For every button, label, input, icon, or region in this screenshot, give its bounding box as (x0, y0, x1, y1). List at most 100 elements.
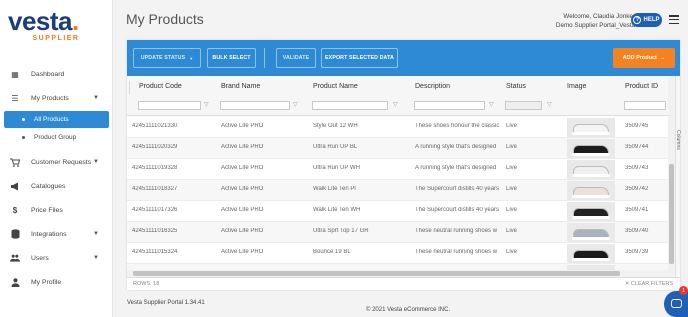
columns-side-tab[interactable] (675, 76, 680, 279)
filter-icon[interactable]: ▽ (393, 101, 398, 108)
table-row[interactable]: 42451111021330 Active Life PRO Style Out 1… (127, 117, 668, 138)
sidebar-item-price-files[interactable]: $ Price Files (0, 198, 113, 222)
cell-description: A running style that's designed (415, 144, 497, 150)
filter-icon[interactable]: ▽ (489, 101, 494, 108)
sidebar: vesta. SUPPLIER ▦ Dashboard ☰ My Product… (0, 0, 113, 317)
column-header-product-id[interactable]: Product ID (625, 83, 658, 90)
cell-brand-name: Active Life PRO (221, 144, 264, 150)
logo-tagline: SUPPLIER (32, 35, 80, 42)
update-status-button[interactable]: UPDATE STATUS ▼ (133, 48, 201, 68)
cell-product-id: 3509740 (625, 228, 649, 234)
grid-toolbar: UPDATE STATUS ▼ BULK SELECT VALIDATE EXP… (127, 40, 680, 76)
list-icon: ☰ (11, 93, 19, 103)
vesta-logo[interactable]: vesta. SUPPLIER (8, 8, 104, 48)
sidebar-subitem-all-products[interactable]: All Products (4, 111, 109, 128)
shoe-sole (572, 195, 610, 198)
cell-brand-name: Active Life PRO (221, 207, 264, 213)
cart-icon (10, 157, 20, 167)
help-label: HELP (643, 17, 660, 23)
cell-product-name: Ultra Run UP BL (313, 144, 358, 150)
sidebar-item-label: My Products (31, 94, 69, 102)
sidebar-item-label: Dashboard (31, 70, 65, 78)
cell-description: The Supercourt distills 40 years (415, 186, 499, 192)
table-row[interactable]: 42451111016325 Active Life PRO Ultra Sprt … (127, 222, 668, 243)
product-image[interactable] (567, 181, 615, 200)
validate-button[interactable]: VALIDATE (276, 48, 316, 68)
cell-product-name: Style Out 12 WH (313, 123, 358, 129)
columns-side-tab-label: Columns (675, 130, 681, 150)
hamburger-menu-icon[interactable] (669, 15, 679, 24)
cell-status: Live (506, 249, 518, 255)
scrollbar-thumb[interactable] (669, 164, 674, 264)
cell-status: Live (506, 228, 518, 234)
filter-input-description[interactable] (414, 101, 485, 110)
add-product-button[interactable]: ADD Product → (613, 48, 675, 68)
sidebar-item-dashboard[interactable]: ▦ Dashboard (0, 62, 113, 86)
column-header-brand-name[interactable]: Brand Name (221, 83, 260, 90)
vertical-scrollbar[interactable] (668, 76, 675, 279)
filter-icon[interactable]: ▽ (204, 101, 209, 108)
column-header-product-code[interactable]: Product Code (139, 83, 182, 90)
filter-icon[interactable]: ▽ (547, 101, 552, 108)
filter-select-status[interactable] (505, 101, 542, 110)
product-image[interactable] (567, 223, 615, 242)
column-header-product-name[interactable]: Product Name (313, 83, 358, 90)
cell-brand-name: Active Life PRO (221, 186, 264, 192)
column-header-description[interactable]: Description (415, 83, 450, 90)
dashboard-icon: ▦ (11, 69, 19, 79)
shoe-sole (572, 132, 610, 135)
filter-input-brand-name[interactable] (220, 101, 290, 110)
grid-footer: ROWS: 18 ✕ CLEAR FILTERS (127, 277, 680, 290)
scrollbar-thumb[interactable] (133, 271, 620, 276)
chat-bubble-icon (671, 299, 682, 308)
filter-icon[interactable]: ▽ (293, 101, 298, 108)
sidebar-item-my-profile[interactable]: My Profile (0, 270, 113, 294)
cell-status: Live (506, 165, 518, 171)
table-row[interactable]: 42451111017326 Active Life PRO Walk Lite T… (127, 201, 668, 222)
product-image[interactable] (567, 160, 615, 179)
sidebar-item-catalogues[interactable]: Catalogues (0, 174, 113, 198)
filter-input-product-name[interactable] (312, 101, 388, 110)
table-row[interactable]: 42451111018327 Active Life PRO Walk Lite T… (127, 180, 668, 201)
product-image[interactable] (567, 118, 615, 137)
bullet-icon (22, 118, 25, 121)
cell-description: A running style that's designed (415, 165, 497, 171)
dollar-icon: $ (12, 205, 18, 215)
table-row[interactable]: 42451111020329 Active Life PRO Ultra Run U… (127, 138, 668, 159)
cell-product-code: 42451111016325 (132, 228, 178, 234)
filter-input-product-code[interactable] (138, 101, 201, 110)
sidebar-item-label: Customer Requests (31, 158, 92, 166)
caret-down-icon: ▼ (93, 255, 99, 261)
products-panel: UPDATE STATUS ▼ BULK SELECT VALIDATE EXP… (127, 40, 681, 290)
cell-product-code: 42451111019328 (132, 165, 178, 171)
table-row[interactable]: 42451111015324 Active Life PRO Bounce 19 B… (127, 243, 668, 264)
sidebar-item-my-products[interactable]: ☰ My Products ▼ (0, 86, 113, 110)
cell-description: These neutral running shoes w (415, 249, 498, 255)
caret-down-icon: ▼ (93, 95, 99, 101)
cell-status: Live (506, 207, 518, 213)
shoe-sole (572, 174, 610, 177)
logo-dot: . (72, 6, 79, 36)
sidebar-item-integrations[interactable]: Integrations ▼ (0, 222, 113, 246)
bulk-select-button[interactable]: BULK SELECT (207, 48, 256, 68)
person-icon (10, 277, 20, 287)
column-header-status[interactable]: Status (506, 83, 526, 90)
users-icon (10, 253, 20, 263)
product-image[interactable] (567, 139, 615, 158)
clear-filters-button[interactable]: ✕ CLEAR FILTERS (625, 281, 673, 287)
product-image[interactable] (567, 244, 615, 263)
export-selected-data-button[interactable]: EXPORT SELECTED DATA (321, 48, 398, 68)
cell-product-id: 3509743 (625, 165, 649, 171)
table-row[interactable]: 42451111019328 Active Life PRO Ultra Run U… (127, 159, 668, 180)
sidebar-subitem-product-group[interactable]: Product Group (4, 129, 109, 146)
product-image[interactable] (567, 202, 615, 221)
column-header-image[interactable]: Image (567, 83, 586, 90)
shoe-sole (572, 216, 610, 219)
sidebar-subitem-label: Product Group (34, 134, 77, 141)
horizontal-scrollbar[interactable] (127, 270, 668, 277)
column-separator (129, 81, 130, 94)
sidebar-item-customer-requests[interactable]: Customer Requests ▼ (0, 150, 113, 174)
sidebar-item-users[interactable]: Users ▼ (0, 246, 113, 270)
filter-input-product-id[interactable] (624, 101, 666, 110)
help-button[interactable]: ? HELP (631, 13, 662, 27)
